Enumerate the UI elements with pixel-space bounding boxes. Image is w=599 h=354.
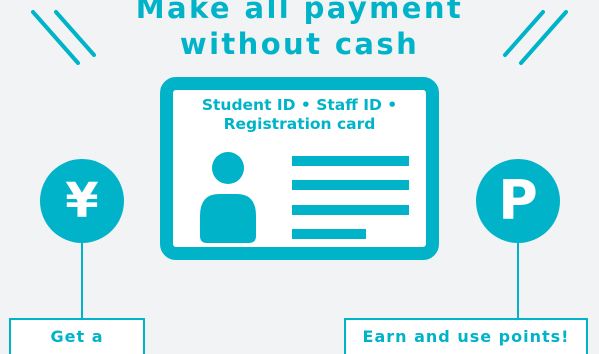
text-line-3	[292, 205, 409, 215]
text-line-4	[292, 229, 366, 239]
text-line-2	[292, 180, 409, 190]
left-connector-line	[81, 243, 83, 319]
text-lines-icon	[292, 156, 409, 239]
cashless-payment-illustration: Make all payment without cash Student ID…	[0, 0, 599, 354]
headline-line-2: without cash	[179, 27, 420, 61]
person-silhouette-icon	[200, 152, 256, 243]
right-connector-line	[517, 243, 519, 319]
points-icon: P	[476, 159, 560, 243]
text-line-1	[292, 156, 409, 166]
id-card: Student ID • Staff ID • Registration car…	[160, 77, 439, 260]
card-artwork	[200, 152, 409, 243]
points-label: Earn and use points!	[344, 318, 588, 354]
yen-icon: ¥	[40, 159, 124, 243]
headline-line-1: Make all payment	[135, 0, 464, 25]
discount-label: Get a discount!	[9, 318, 145, 354]
